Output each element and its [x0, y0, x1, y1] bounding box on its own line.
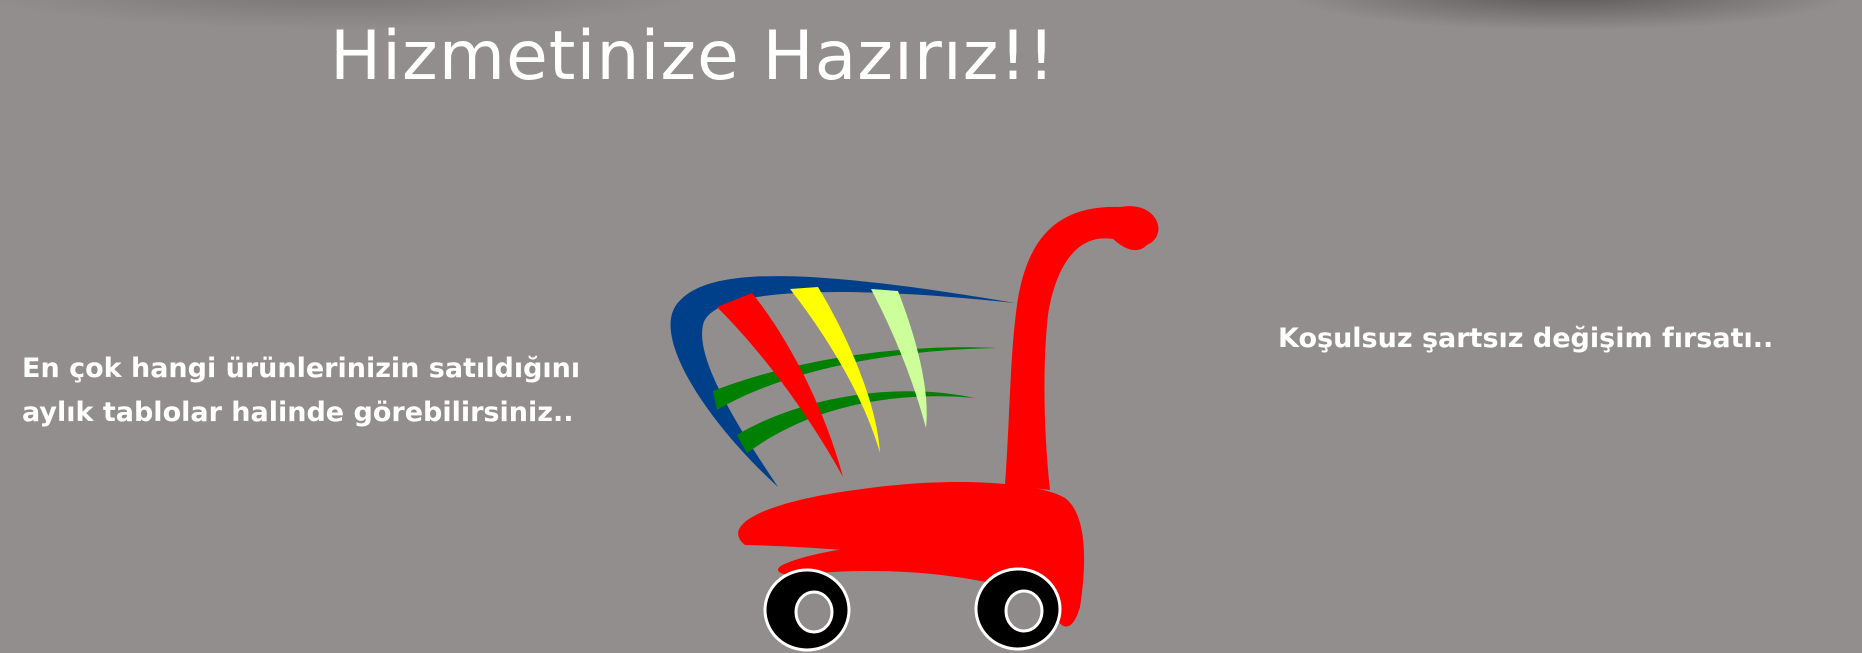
cart-light-green-stripe: [871, 289, 927, 428]
cart-wheel-left: [763, 568, 851, 652]
cart-green-stripe-bottom: [737, 391, 975, 453]
monthly-reports-line-2: aylık tablolar halinde görebilirsiniz..: [22, 397, 574, 428]
monthly-reports-line-1: En çok hangi ürünlerinizin satıldığını: [22, 353, 581, 384]
page-title: Hizmetinize Hazırız!!: [330, 17, 1056, 96]
exchange-offer-text: Koşulsuz şartsız değişim fırsatı..: [1278, 323, 1774, 354]
top-right-shadow: [1290, 0, 1850, 30]
monthly-reports-text: En çok hangi ürünlerinizin satıldığını a…: [22, 347, 580, 435]
shopping-cart-icon: [670, 206, 1159, 652]
cart-handle: [1005, 206, 1159, 490]
cart-wheel-right: [974, 567, 1062, 651]
